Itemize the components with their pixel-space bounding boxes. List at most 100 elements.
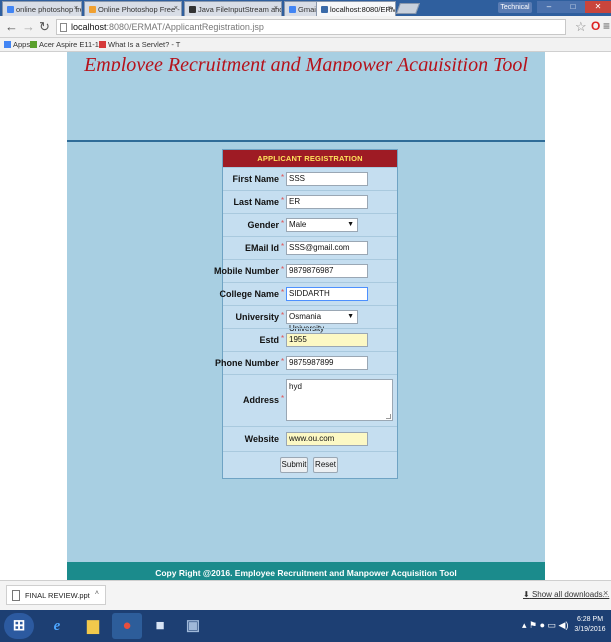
estd-row: Estd * 1955 [223, 328, 397, 351]
page-viewport: Employee Recruitment and Manpower Acquis… [0, 52, 611, 580]
reset-button[interactable]: Reset [313, 457, 338, 473]
bookmark-servlet[interactable]: What Is a Servlet? - T [99, 40, 180, 49]
bookmark-apps[interactable]: Apps [4, 40, 30, 49]
app-icon[interactable]: ■ [145, 613, 175, 639]
powerpoint-icon[interactable]: ▣ [178, 613, 208, 639]
first-name-row: First Name * SSS [223, 167, 397, 190]
website-label: Website [244, 434, 279, 444]
download-item[interactable]: FINAL REVIEW.ppt ˄ [6, 585, 106, 605]
close-tab-icon[interactable]: × [74, 5, 78, 12]
download-icon: ⬇ [523, 590, 530, 599]
phone-label: Phone Number [214, 358, 279, 368]
browser-toolbar: ← → ↻ localhost:8080/ERMAT/ApplicantRegi… [0, 16, 611, 38]
show-all-downloads-link[interactable]: ⬇ Show all downloads... [523, 590, 609, 599]
college-label: College Name [219, 289, 279, 299]
submit-button[interactable]: Submit [280, 457, 308, 473]
file-explorer-icon[interactable]: ▆ [78, 613, 108, 639]
first-name-label: First Name [232, 174, 279, 184]
college-row: College Name * SIDDARTH [219, 282, 397, 305]
site-icon [99, 41, 106, 48]
gender-label: Gender [247, 220, 279, 230]
required-mark: * [281, 196, 285, 205]
chevron-up-icon[interactable]: ˄ [95, 590, 99, 597]
browser-tab-strip: online photoshop free - G× Online Photos… [0, 0, 611, 16]
close-tab-icon[interactable]: × [174, 5, 178, 12]
required-mark: * [281, 288, 285, 297]
required-mark: * [281, 394, 285, 403]
resize-grip-icon[interactable] [386, 414, 391, 419]
email-input[interactable]: SSS@gmail.com [286, 241, 368, 255]
mobile-input[interactable]: 9879876987 [286, 264, 368, 278]
file-icon [12, 590, 20, 601]
bookmark-acer[interactable]: Acer Aspire E11-111 [30, 40, 106, 49]
last-name-label: Last Name [233, 197, 279, 207]
new-tab-button[interactable] [395, 3, 421, 14]
minimize-button[interactable]: – [537, 1, 561, 13]
internet-explorer-icon[interactable]: e [42, 613, 72, 639]
clock[interactable]: 6:28 PM 3/19/2016 [572, 615, 608, 635]
bookmarks-bar: Apps Acer Aspire E11-111 What Is a Servl… [0, 38, 611, 52]
back-arrow-icon[interactable]: ← [5, 19, 18, 34]
start-button-icon[interactable]: ⊞ [4, 613, 34, 639]
extension-icon[interactable]: O [591, 19, 600, 33]
college-input[interactable]: SIDDARTH [286, 287, 368, 301]
gender-select[interactable]: Male ▼ [286, 218, 358, 232]
estd-input[interactable]: 1955 [286, 333, 368, 347]
required-mark: * [281, 334, 285, 343]
site-icon [89, 6, 96, 13]
estd-label: Estd [259, 335, 279, 345]
registration-form: APPLICANT REGISTRATION First Name * SSS … [214, 149, 398, 479]
required-mark: * [281, 173, 285, 182]
page-icon [60, 23, 67, 32]
last-name-row: Last Name * ER [223, 190, 397, 213]
close-icon[interactable]: × [603, 588, 608, 598]
close-tab-icon[interactable]: × [388, 5, 392, 12]
mobile-row: Mobile Number * 9879876987 [214, 259, 397, 282]
page-footer: Copy Right @2016. Employee Recruitment a… [67, 562, 545, 580]
address-textarea[interactable]: hyd [286, 379, 393, 421]
system-tray[interactable]: ▴ ⚑ ● ▭ ◀) [522, 620, 568, 631]
mobile-label: Mobile Number [213, 266, 279, 276]
required-mark: * [281, 219, 285, 228]
site-icon [189, 6, 196, 13]
phone-input[interactable]: 9875987899 [286, 356, 368, 370]
page-title: Employee Recruitment and Manpower Acquis… [84, 55, 528, 71]
required-mark: * [281, 311, 285, 320]
google-icon [289, 6, 296, 13]
required-mark: * [281, 357, 285, 366]
tab-online-photoshop-free[interactable]: Online Photoshop Free - × [84, 1, 182, 16]
title-divider [67, 140, 545, 142]
website-input[interactable]: www.ou.com [286, 432, 368, 446]
first-name-input[interactable]: SSS [286, 172, 368, 186]
google-icon [7, 6, 14, 13]
reload-icon[interactable]: ↻ [39, 19, 50, 34]
maximize-button[interactable]: □ [561, 1, 585, 13]
close-tab-icon[interactable]: × [274, 5, 278, 12]
bookmark-star-icon[interactable]: ☆ [575, 19, 587, 35]
address-row: Address * hyd [223, 374, 397, 426]
page-icon [321, 6, 328, 13]
address-bar[interactable]: localhost:8080/ERMAT/ApplicantRegistrati… [56, 19, 566, 35]
page-container: Employee Recruitment and Manpower Acquis… [67, 52, 545, 580]
required-mark: * [281, 242, 285, 251]
buttons-row: Submit Reset [223, 451, 397, 478]
close-window-button[interactable]: ✕ [585, 1, 611, 13]
windows-taskbar: ⊞ e ▆ ● ■ ▣ ▴ ⚑ ● ▭ ◀) 6:28 PM 3/19/2016 [0, 610, 611, 642]
tab-localhost-active[interactable]: localhost:8080/ERMAT/A× [316, 1, 396, 16]
website-row: Website www.ou.com [223, 426, 397, 451]
gender-row: Gender * Male ▼ [223, 213, 397, 236]
profile-button[interactable]: Technical [498, 2, 532, 13]
dropdown-arrow-icon: ▼ [347, 313, 354, 320]
dropdown-arrow-icon: ▼ [347, 221, 354, 228]
chrome-icon[interactable]: ● [112, 613, 142, 639]
tab-java-fileinputstream[interactable]: Java FileInputStream and × [184, 1, 282, 16]
last-name-input[interactable]: ER [286, 195, 368, 209]
university-label: University [235, 312, 279, 322]
required-mark: * [281, 265, 285, 274]
university-row: University * Osmania University ▼ [223, 305, 397, 333]
phone-row: Phone Number * 9875987899 [215, 351, 397, 374]
university-select[interactable]: Osmania University ▼ [286, 310, 358, 333]
tab-online-photoshop-search[interactable]: online photoshop free - G× [2, 1, 82, 16]
forward-arrow-icon[interactable]: → [22, 19, 35, 34]
menu-icon[interactable]: ≡ [603, 19, 610, 33]
